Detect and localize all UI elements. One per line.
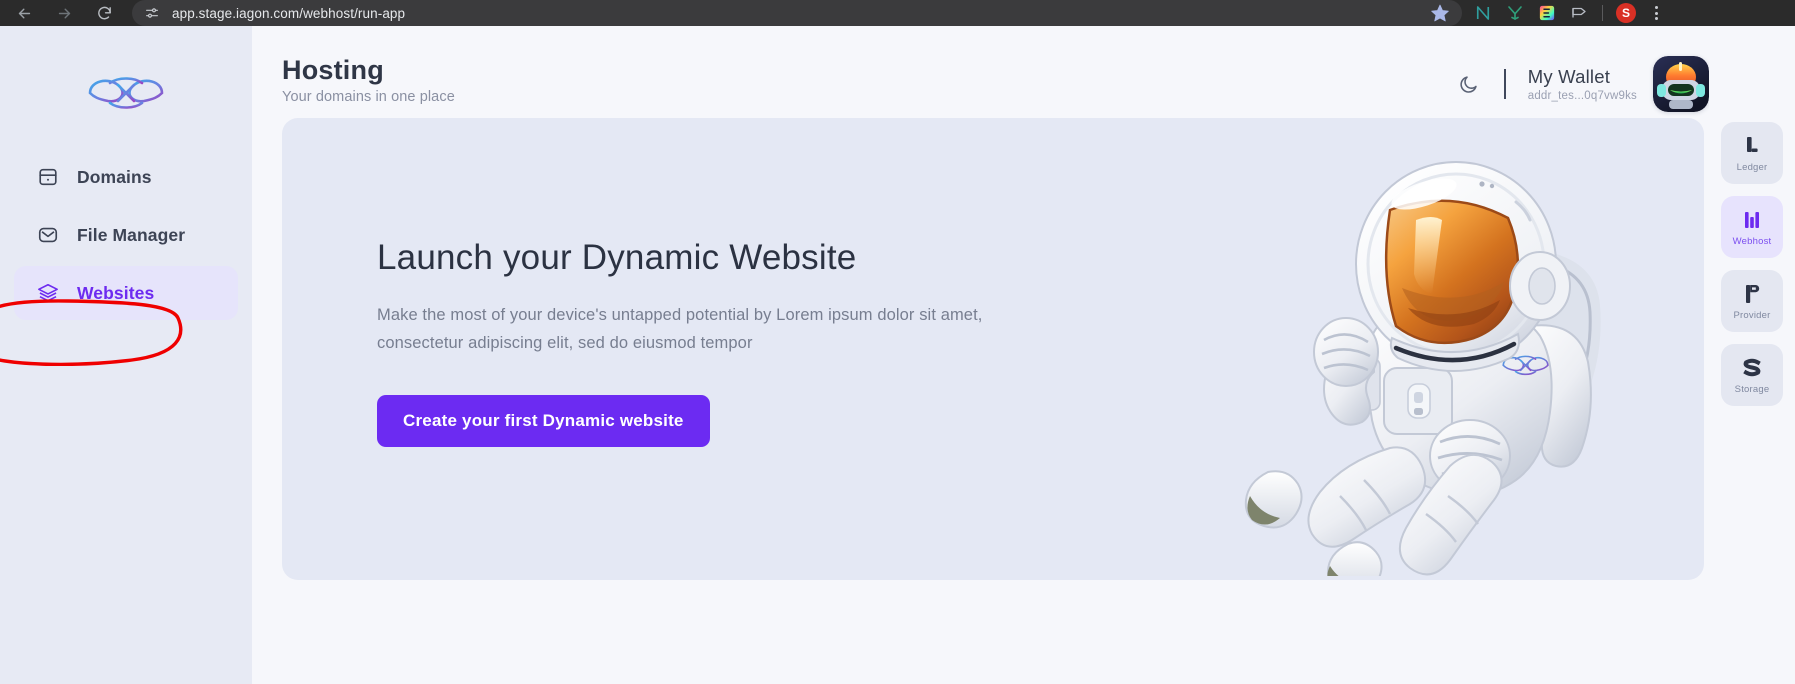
- kebab-menu-icon[interactable]: [1643, 0, 1669, 26]
- header-actions: My Wallet addr_tes...0q7vw9ks: [1452, 56, 1709, 112]
- page-title: Hosting: [282, 55, 384, 85]
- url-text: app.stage.iagon.com/webhost/run-app: [172, 5, 406, 21]
- moon-icon[interactable]: [1452, 67, 1486, 101]
- sidebar-item-label: Websites: [77, 282, 155, 303]
- extension-icon-n[interactable]: [1468, 0, 1498, 26]
- wallet-name: My Wallet: [1527, 66, 1611, 87]
- sidebar-item-label: Domains: [77, 166, 152, 187]
- wallet-address: addr_tes...0q7vw9ks: [1527, 90, 1637, 102]
- page-subtitle: Your domains in one place: [282, 89, 455, 106]
- layers-icon: [36, 282, 59, 305]
- rail-item-label: Storage: [1734, 384, 1770, 395]
- star-icon[interactable]: [1430, 3, 1450, 23]
- profile-initial: S: [1616, 3, 1636, 23]
- back-arrow-icon[interactable]: [4, 0, 44, 26]
- database-icon: [36, 166, 59, 189]
- profile-avatar-button[interactable]: S: [1611, 0, 1641, 26]
- sidebar-item-file-manager[interactable]: File Manager: [14, 208, 238, 262]
- site-settings-icon[interactable]: [144, 5, 160, 21]
- rail-item-webhost[interactable]: Webhost: [1721, 196, 1783, 258]
- sidebar-item-label: File Manager: [77, 224, 186, 245]
- hero-card: Launch your Dynamic Website Make the mos…: [282, 118, 1704, 580]
- ledger-icon: [1740, 133, 1764, 159]
- user-avatar[interactable]: [1653, 56, 1709, 112]
- storage-icon: [1740, 355, 1764, 381]
- forward-arrow-icon[interactable]: [44, 0, 84, 26]
- rail-item-ledger[interactable]: Ledger: [1721, 122, 1783, 184]
- page-heading-block: Hosting Your domains in one place: [252, 55, 455, 106]
- sidebar-item-domains[interactable]: Domains: [14, 150, 238, 204]
- extension-icon-fork[interactable]: [1500, 0, 1530, 26]
- hero-title: Launch your Dynamic Website: [377, 238, 857, 277]
- hero-description: Make the most of your device's untapped …: [377, 306, 983, 352]
- astronaut-illustration: [1244, 136, 1674, 580]
- webhost-icon: [1740, 207, 1764, 233]
- content-area: Launch your Dynamic Website Make the mos…: [252, 118, 1795, 684]
- reload-icon[interactable]: [84, 0, 124, 26]
- extension-icon-outline[interactable]: [1564, 0, 1594, 26]
- browser-extensions: S: [1462, 0, 1669, 26]
- sidebar: Domains File Manager Websites: [0, 26, 252, 684]
- sidebar-item-websites[interactable]: Websites: [14, 266, 238, 320]
- browser-nav-buttons: [0, 0, 124, 26]
- hero-copy: Launch your Dynamic Website Make the mos…: [377, 238, 997, 447]
- iagon-logo[interactable]: [0, 54, 252, 128]
- main-content: Hosting Your domains in one place My Wal…: [252, 26, 1795, 684]
- extension-icon-rainbow[interactable]: [1532, 0, 1562, 26]
- address-bar[interactable]: app.stage.iagon.com/webhost/run-app: [132, 0, 1462, 26]
- wallet-info[interactable]: My Wallet addr_tes...0q7vw9ks: [1528, 66, 1637, 102]
- rail-item-label: Webhost: [1732, 236, 1772, 247]
- page-header: Hosting Your domains in one place My Wal…: [252, 26, 1795, 118]
- create-dynamic-website-button[interactable]: Create your first Dynamic website: [377, 395, 710, 447]
- sidebar-nav: Domains File Manager Websites: [0, 150, 252, 320]
- rail-item-storage[interactable]: Storage: [1721, 344, 1783, 406]
- browser-toolbar: app.stage.iagon.com/webhost/run-app S: [0, 0, 1795, 26]
- provider-icon: [1740, 281, 1764, 307]
- app-switcher-rail: Ledger Webhost Provider Storage: [1709, 26, 1795, 684]
- toolbar-divider: [1602, 5, 1603, 21]
- rail-item-label: Ledger: [1736, 162, 1768, 173]
- rail-item-label: Provider: [1733, 310, 1771, 321]
- rail-item-provider[interactable]: Provider: [1721, 270, 1783, 332]
- app-shell: Domains File Manager Websites Hosting Yo…: [0, 26, 1795, 684]
- envelope-icon: [36, 224, 59, 247]
- header-divider: [1503, 69, 1506, 99]
